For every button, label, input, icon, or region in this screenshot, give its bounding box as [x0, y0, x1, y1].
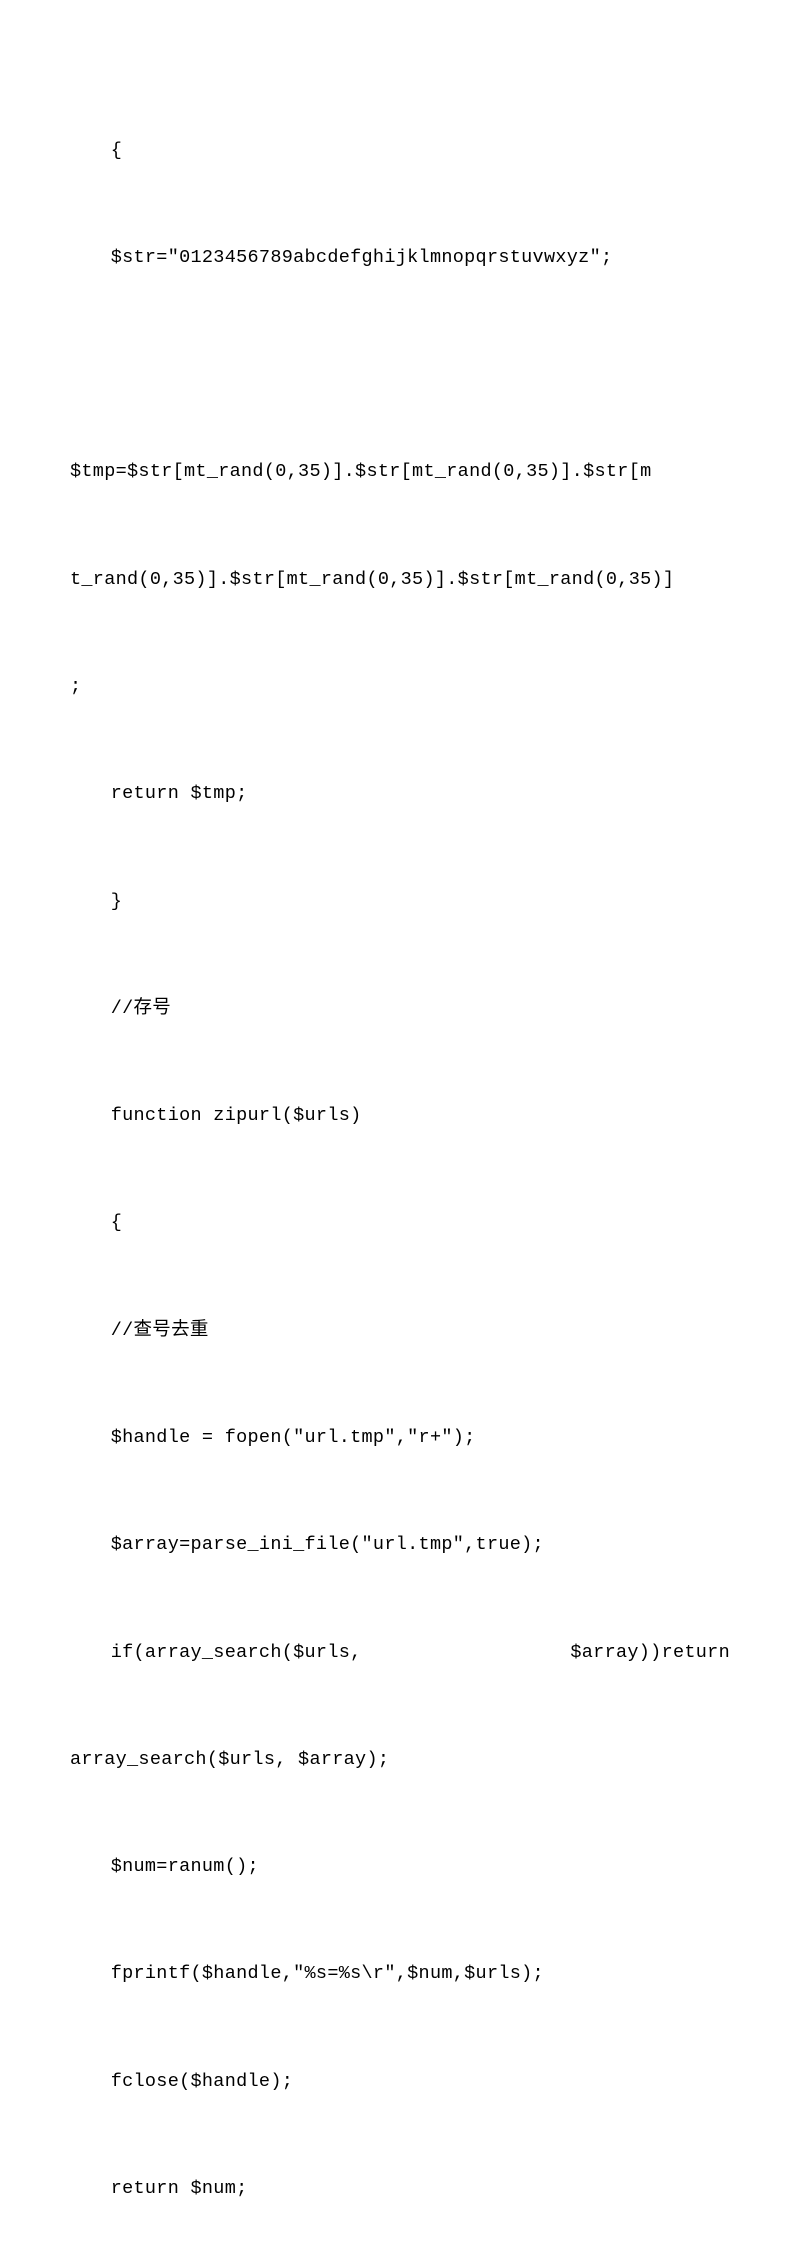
code-line-blank — [70, 338, 730, 392]
code-fragment-left: if(array_search($urls, — [111, 1626, 362, 1680]
code-line: if(array_search($urls, $array))return — [70, 1626, 730, 1680]
code-line: $tmp=$str[mt_rand(0,35)].$str[mt_rand(0,… — [70, 445, 730, 499]
code-line: $handle = fopen("url.tmp","r+"); — [70, 1411, 730, 1465]
code-line: ; — [70, 660, 730, 714]
code-line: function zipurl($urls) — [70, 1089, 730, 1143]
code-line: array_search($urls, $array); — [70, 1733, 730, 1787]
code-line: $str="0123456789abcdefghijklmnopqrstuvwx… — [70, 231, 730, 285]
code-line: } — [70, 875, 730, 929]
code-line-comment: //存号 — [70, 982, 730, 1036]
code-line-comment: //查号去重 — [70, 1304, 730, 1358]
code-line: t_rand(0,35)].$str[mt_rand(0,35)].$str[m… — [70, 553, 730, 607]
code-line: return $tmp; — [70, 767, 730, 821]
code-line: fprintf($handle,"%s=%s\r",$num,$urls); — [70, 1947, 730, 2001]
code-line: fclose($handle); — [70, 2055, 730, 2109]
code-line: { — [70, 1196, 730, 1250]
code-line: $array=parse_ini_file("url.tmp",true); — [70, 1518, 730, 1572]
code-line: return $num; — [70, 2162, 730, 2216]
code-line: $num=ranum(); — [70, 1840, 730, 1894]
document-page: { $str="0123456789abcdefghijklmnopqrstuv… — [0, 0, 800, 2264]
code-fragment-right: $array))return — [570, 1626, 730, 1680]
code-line: { — [70, 124, 730, 178]
code-block: { $str="0123456789abcdefghijklmnopqrstuv… — [70, 70, 730, 2264]
